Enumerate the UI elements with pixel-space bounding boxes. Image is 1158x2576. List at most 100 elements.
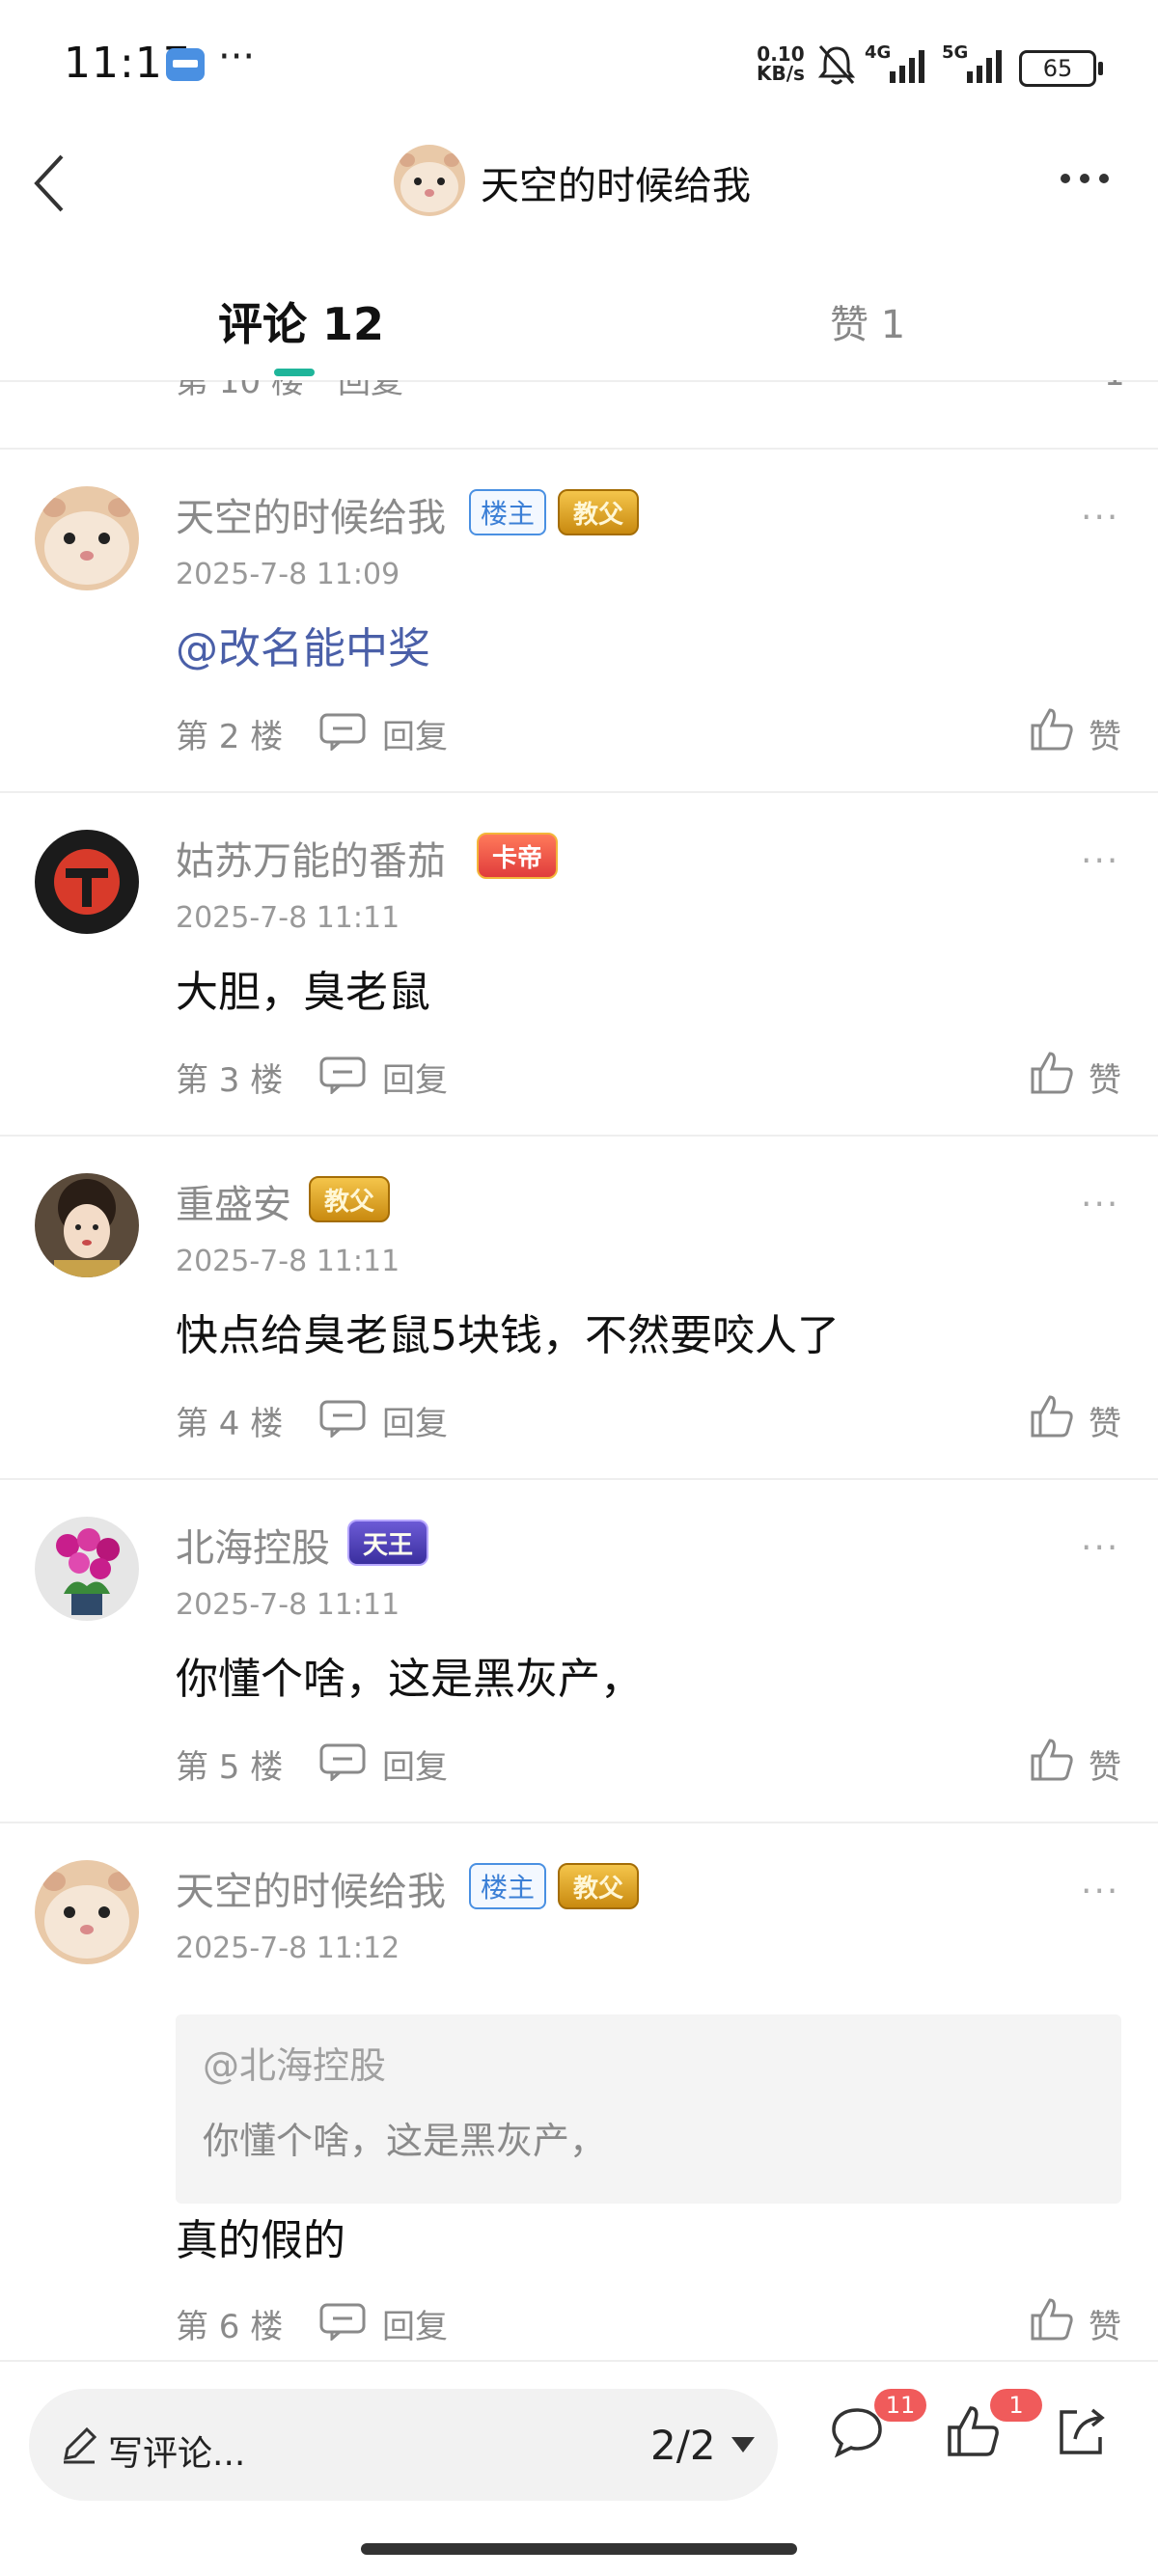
like-button[interactable]: 赞: [1089, 1740, 1121, 1788]
battery-indicator: 65: [1019, 50, 1103, 87]
svg-text:5G: 5G: [942, 42, 968, 63]
comment-time: 2025-7-8 11:11: [176, 1588, 400, 1622]
floor-number: 第 2 楼: [176, 718, 284, 756]
comment-item: 重盛安 教父 ··· 2025-7-8 11:11 快点给臭老鼠5块钱，不然要咬…: [0, 1137, 1158, 1480]
tab-likes[interactable]: 赞 1: [830, 293, 905, 349]
reply-icon[interactable]: [318, 712, 367, 751]
thumbs-up-icon[interactable]: [1029, 1737, 1075, 1783]
comment-input[interactable]: 写评论... 2/2: [29, 2389, 778, 2501]
comment-text: 大胆，臭老鼠: [176, 968, 430, 1017]
user-avatar[interactable]: [35, 830, 139, 934]
comment-actions: 第 3 楼 回复 赞: [0, 1046, 1158, 1104]
thumbs-up-icon[interactable]: [1029, 1393, 1075, 1439]
app-notification-icon: [166, 48, 205, 81]
like-button[interactable]: 赞: [1089, 1054, 1121, 1101]
user-badges: 教父: [309, 1175, 391, 1223]
home-indicator[interactable]: [361, 2543, 797, 2555]
user-name[interactable]: 天空的时候给我: [176, 486, 446, 542]
comment-text: @改名能中奖: [176, 624, 430, 673]
svg-text:4G: 4G: [865, 42, 891, 63]
like-button[interactable]: 赞: [1089, 2300, 1121, 2347]
reply-icon[interactable]: [318, 2302, 367, 2341]
comment-partial-row: 第 10 楼 回复 1: [0, 380, 1158, 450]
like-count[interactable]: 1: [1104, 380, 1125, 394]
comment-menu-icon[interactable]: ···: [1081, 1185, 1119, 1224]
comment-time: 2025-7-8 11:12: [176, 1932, 400, 1965]
comment-menu-icon[interactable]: ···: [1081, 498, 1119, 537]
quoted-comment[interactable]: @北海控股 你懂个啥，这是黑灰产，: [176, 2014, 1121, 2204]
share-icon[interactable]: [1052, 2402, 1110, 2460]
rank-badge: 教父: [558, 489, 640, 535]
rank-badge: 卡帝: [477, 833, 559, 879]
reply-button[interactable]: 回复: [382, 1740, 448, 1788]
signal-5g-icon: 5G: [942, 42, 1002, 83]
owner-badge: 楼主: [469, 489, 547, 535]
thumbs-up-icon[interactable]: [1029, 1050, 1075, 1096]
comment-placeholder: 写评论...: [108, 2434, 246, 2474]
comment-menu-icon[interactable]: ···: [1081, 1528, 1119, 1568]
top-bar: 天空的时候给我: [0, 125, 1158, 241]
rank-badge: 天王: [347, 1520, 429, 1566]
reply-button[interactable]: 回复: [382, 2300, 448, 2347]
user-badges: 楼主 教父: [469, 488, 640, 536]
like-button[interactable]: 赞: [1089, 1397, 1121, 1444]
comment-item: 姑苏万能的番茄 卡帝 ··· 2025-7-8 11:11 大胆，臭老鼠 第 3…: [0, 793, 1158, 1137]
comment-item: 北海控股 天王 ··· 2025-7-8 11:11 你懂个啥，这是黑灰产， 第…: [0, 1480, 1158, 1823]
user-avatar[interactable]: [35, 486, 139, 590]
comment-menu-icon[interactable]: ···: [1081, 1872, 1119, 1911]
comment-actions: 第 5 楼 回复 赞: [0, 1733, 1158, 1791]
comment-actions: 第 4 楼 回复 赞: [0, 1389, 1158, 1447]
floor-number: 第 5 楼: [176, 1748, 284, 1787]
mute-bell-icon: [817, 44, 856, 85]
thumbs-up-icon[interactable]: [1029, 2296, 1075, 2343]
comment-text: 你懂个啥，这是黑灰产，: [176, 1655, 643, 1704]
reply-button[interactable]: 回复: [382, 1054, 448, 1101]
like-count-badge: 1: [990, 2389, 1042, 2422]
comment-item: 天空的时候给我 楼主 教父 ··· 2025-7-8 11:09 @改名能中奖 …: [0, 450, 1158, 793]
reply-button[interactable]: 回复: [382, 710, 448, 757]
tab-active-indicator: [274, 369, 315, 376]
quoted-user: @北海控股: [203, 2044, 387, 2087]
reply-button[interactable]: 回复: [382, 1397, 448, 1444]
owner-badge: 楼主: [469, 1863, 547, 1909]
tab-comments[interactable]: 评论 12: [218, 289, 384, 353]
reply-icon[interactable]: [318, 1055, 367, 1094]
author-avatar[interactable]: [394, 145, 465, 216]
user-badges: 天王: [347, 1519, 429, 1567]
page-indicator[interactable]: 2/2: [650, 2422, 716, 2469]
user-avatar[interactable]: [35, 1517, 139, 1621]
comment-actions: 第 2 楼 回复 赞: [0, 702, 1158, 760]
back-arrow-icon[interactable]: [25, 147, 83, 220]
comment-time: 2025-7-8 11:11: [176, 1245, 400, 1278]
floor-number: 第 4 楼: [176, 1405, 284, 1443]
comment-item: 天空的时候给我 楼主 教父 ··· 2025-7-8 11:12 @北海控股 你…: [0, 1823, 1158, 2362]
rank-badge: 教父: [309, 1176, 391, 1222]
floor-number: 第 6 楼: [176, 2308, 284, 2346]
reply-icon[interactable]: [318, 1742, 367, 1781]
reply-button[interactable]: 回复: [338, 380, 403, 402]
user-avatar[interactable]: [35, 1173, 139, 1277]
user-name[interactable]: 重盛安: [176, 1173, 291, 1229]
bottom-bar: 写评论... 2/2 11 1: [0, 2362, 1158, 2576]
comment-time: 2025-7-8 11:09: [176, 558, 400, 591]
pen-icon: [64, 2426, 97, 2464]
rank-badge: 教父: [558, 1863, 640, 1909]
comment-count-badge: 11: [874, 2389, 926, 2422]
tab-bar: 评论 12 赞 1: [0, 270, 1158, 382]
comment-actions: 第 6 楼 回复 赞: [0, 2292, 1158, 2350]
signal-4g-icon: 4G: [865, 42, 924, 83]
user-name[interactable]: 北海控股: [176, 1517, 330, 1573]
like-button[interactable]: 赞: [1089, 710, 1121, 757]
comment-menu-icon[interactable]: ···: [1081, 841, 1119, 881]
user-name[interactable]: 天空的时候给我: [176, 1860, 446, 1916]
floor-number: 第 10 楼: [176, 380, 304, 401]
more-notifications-icon: ···: [218, 35, 256, 79]
user-avatar[interactable]: [35, 1860, 139, 1964]
chevron-down-icon[interactable]: [731, 2437, 755, 2453]
reply-icon[interactable]: [318, 1399, 367, 1438]
comment-text: 快点给臭老鼠5块钱，不然要咬人了: [176, 1311, 840, 1360]
thumbs-up-icon[interactable]: [1029, 706, 1075, 753]
more-options-icon[interactable]: [1056, 164, 1114, 193]
quoted-text: 你懂个啥，这是黑灰产，: [203, 2120, 607, 2162]
user-name[interactable]: 姑苏万能的番茄: [176, 830, 446, 886]
